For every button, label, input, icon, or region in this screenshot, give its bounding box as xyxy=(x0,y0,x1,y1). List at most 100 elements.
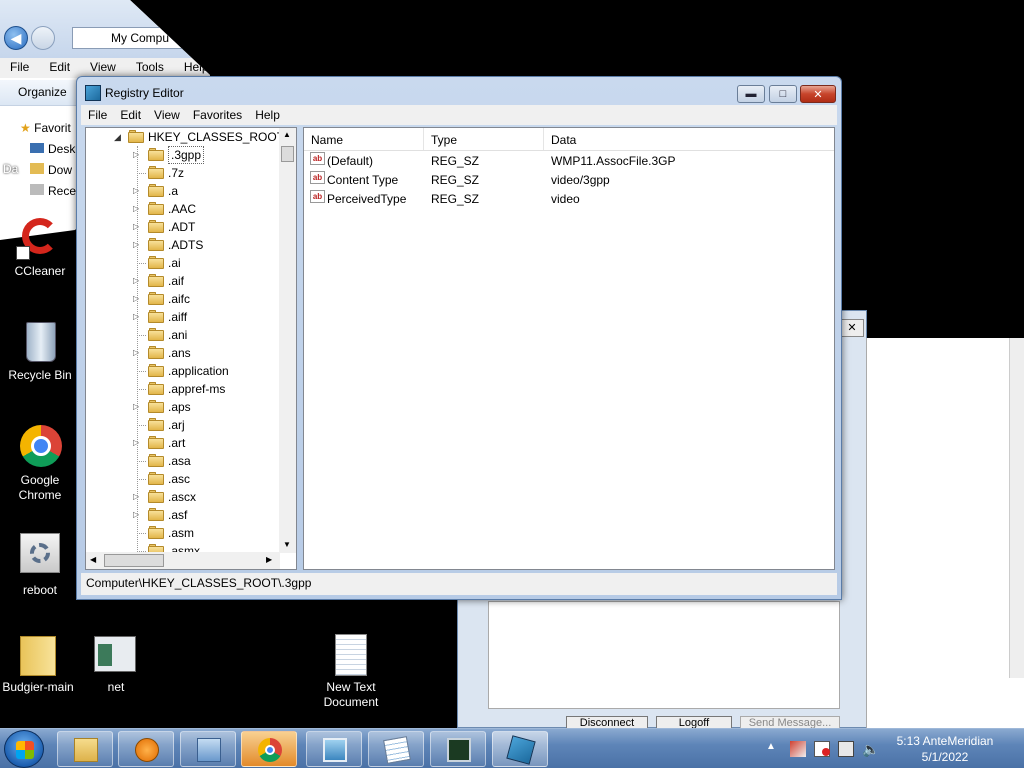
desktop-icon-reboot[interactable]: reboot xyxy=(0,533,80,598)
minimize-button[interactable]: ▬ xyxy=(737,85,765,103)
desktop: ◀ My Compu File Edit View Tools Help Org… xyxy=(0,0,1024,728)
scroll-up-icon[interactable]: ▲ xyxy=(283,130,291,139)
desktop-icon-recycle-bin[interactable]: Recycle Bin xyxy=(0,320,80,383)
tree-item[interactable]: .ani xyxy=(86,326,286,344)
menu-favorites[interactable]: Favorites xyxy=(186,105,248,125)
desktop-icon-new-text-document[interactable]: New Text Document xyxy=(311,632,391,710)
tree-item-label: .arj xyxy=(168,418,185,432)
taskbar-media-player[interactable] xyxy=(118,731,174,767)
tray-action-center-icon[interactable] xyxy=(814,741,830,757)
address-bar[interactable]: My Compu xyxy=(72,27,210,49)
nav-downloads[interactable]: Dow xyxy=(30,163,72,177)
nav-desktop[interactable]: Desk xyxy=(30,142,75,156)
menu-help[interactable]: Help xyxy=(248,105,286,125)
tree-connector xyxy=(137,461,146,462)
recycle-bin-icon xyxy=(18,320,62,364)
menu-file[interactable]: File xyxy=(81,105,113,125)
send-message-button[interactable]: Send Message... xyxy=(740,716,840,728)
tree-item[interactable]: ▷ .aps xyxy=(86,398,286,416)
value-row[interactable]: ab Content Type REG_SZ video/3gpp xyxy=(304,171,834,190)
tree-item[interactable]: .appref-ms xyxy=(86,380,286,398)
tree-item[interactable]: ▷ .asf xyxy=(86,506,286,524)
tree-horizontal-scrollbar[interactable]: ◀ ▶ xyxy=(86,552,280,569)
explorer-menu-help[interactable]: Help xyxy=(174,58,210,78)
collapse-icon[interactable]: ◢ xyxy=(114,128,121,146)
desktop-icon-net[interactable]: net xyxy=(76,632,156,695)
tree-item[interactable]: .application xyxy=(86,362,286,380)
folder-icon xyxy=(148,490,164,503)
tree-item[interactable]: ▷ .aiff xyxy=(86,308,286,326)
tree-item[interactable]: .ai xyxy=(86,254,286,272)
registry-tree[interactable]: ◢ HKEY_CLASSES_ROOT ▷ .3gpp .7z ▷ .a ▷ .AAC ▷ .A… xyxy=(85,127,297,570)
taskbar-task-manager[interactable] xyxy=(430,731,486,767)
folder-icon xyxy=(148,418,164,431)
explorer-menu-edit[interactable]: Edit xyxy=(39,58,80,78)
tree-item-label: .application xyxy=(168,364,229,378)
tree-item[interactable]: ▷ .ascx xyxy=(86,488,286,506)
forward-button[interactable] xyxy=(31,26,55,50)
taskbar-photo-viewer[interactable] xyxy=(306,731,362,767)
tree-root[interactable]: ◢ HKEY_CLASSES_ROOT xyxy=(86,128,286,146)
tree-vertical-scrollbar[interactable]: ▲ ▼ xyxy=(279,128,296,553)
menu-view[interactable]: View xyxy=(147,105,186,125)
desktop-icon-ccleaner[interactable]: CCleaner xyxy=(0,216,80,279)
back-button[interactable]: ◀ xyxy=(4,26,28,50)
folder-icon xyxy=(148,526,164,539)
tree-item[interactable]: ▷ .ADTS xyxy=(86,236,286,254)
tree-item[interactable]: .asc xyxy=(86,470,286,488)
tray-volume-icon[interactable]: 🔈 xyxy=(862,741,879,757)
tree-item[interactable]: ▷ .art xyxy=(86,434,286,452)
tree-item[interactable]: ▷ .ans xyxy=(86,344,286,362)
tree-item[interactable]: ▷ .a xyxy=(86,182,286,200)
scroll-right-icon[interactable]: ▶ xyxy=(266,555,272,564)
scroll-left-icon[interactable]: ◀ xyxy=(90,555,96,564)
menu-edit[interactable]: Edit xyxy=(113,105,147,125)
tray-network-icon[interactable] xyxy=(838,741,854,757)
tree-item[interactable]: ▷ .aif xyxy=(86,272,286,290)
right-scrollbar[interactable] xyxy=(1009,338,1024,678)
desktop-icon-google-chrome[interactable]: Google Chrome xyxy=(0,425,80,503)
desktop-icon-budgier-main[interactable]: Budgier-main xyxy=(0,632,78,695)
taskbar-windows-explorer[interactable] xyxy=(57,731,113,767)
tree-item[interactable]: ▷ .ADT xyxy=(86,218,286,236)
explorer-menu-tools[interactable]: Tools xyxy=(126,58,174,78)
value-row[interactable]: ab (Default) REG_SZ WMP11.AssocFile.3GP xyxy=(304,152,834,171)
logoff-button[interactable]: Logoff xyxy=(656,716,732,728)
nav-favorites[interactable]: ★ Favorit xyxy=(20,121,71,135)
organize-button[interactable]: Organize xyxy=(18,85,67,99)
column-header-type[interactable]: Type xyxy=(424,128,544,150)
value-row[interactable]: ab PerceivedType REG_SZ video xyxy=(304,190,834,209)
column-header-data[interactable]: Data xyxy=(544,128,834,150)
tree-item[interactable]: .7z xyxy=(86,164,286,182)
hscroll-thumb[interactable] xyxy=(104,554,164,567)
taskbar-notepad[interactable] xyxy=(368,731,424,767)
taskbar-control-panel[interactable] xyxy=(180,731,236,767)
tree-item[interactable]: .asa xyxy=(86,452,286,470)
explorer-menu-file[interactable]: File xyxy=(0,58,39,78)
taskbar-registry-editor[interactable] xyxy=(492,731,548,767)
close-button[interactable]: ✕ xyxy=(800,85,836,103)
value-data: WMP11.AssocFile.3GP xyxy=(551,154,676,168)
tree-item[interactable]: ▷ .AAC xyxy=(86,200,286,218)
maximize-button[interactable]: □ xyxy=(769,85,797,103)
tree-item[interactable]: .asm xyxy=(86,524,286,542)
tree-connector xyxy=(137,335,146,336)
tree-item[interactable]: .arj xyxy=(86,416,286,434)
taskbar-google-chrome[interactable] xyxy=(241,731,297,767)
tray-tools-icon[interactable] xyxy=(790,741,806,757)
tree-item-label: .ai xyxy=(168,256,181,270)
clock[interactable]: 5:13 AnteMeridian 5/1/2022 xyxy=(890,733,1000,765)
show-hidden-icons[interactable]: ▲ xyxy=(766,741,776,752)
tree-item[interactable]: ▷ .3gpp xyxy=(86,146,286,164)
folder-icon xyxy=(148,364,164,377)
registry-values-list[interactable]: Name Type Data ab (Default) REG_SZ WMP11.As… xyxy=(303,127,835,570)
tree-item[interactable]: ▷ .aifc xyxy=(86,290,286,308)
scroll-down-icon[interactable]: ▼ xyxy=(283,540,291,549)
disconnect-button[interactable]: Disconnect xyxy=(566,716,648,728)
start-button[interactable] xyxy=(4,730,44,768)
column-header-name[interactable]: Name xyxy=(304,128,424,150)
nav-recent[interactable]: Rece xyxy=(30,184,76,198)
explorer-menu-view[interactable]: View xyxy=(80,58,126,78)
dialog-close-icon[interactable]: ✕ xyxy=(840,319,864,337)
scroll-thumb[interactable] xyxy=(281,146,294,162)
